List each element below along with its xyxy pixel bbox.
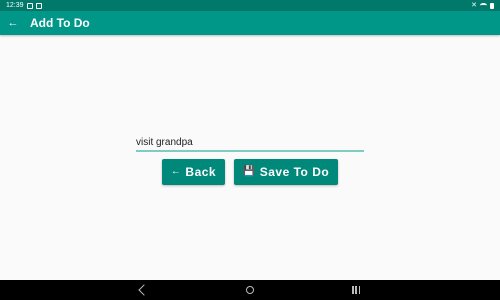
- status-left: 12:39: [6, 2, 42, 9]
- system-back-icon[interactable]: [138, 284, 150, 296]
- app-bar: ← Add To Do: [0, 11, 500, 35]
- wifi-icon: [480, 3, 487, 8]
- download-notification-icon: [35, 2, 42, 9]
- save-todo-button-label: Save To Do: [259, 165, 330, 179]
- system-navigation-bar: [0, 280, 500, 300]
- save-todo-button[interactable]: 💾 Save To Do: [234, 159, 338, 185]
- status-time: 12:39: [6, 2, 24, 9]
- arrow-left-icon: ←: [170, 166, 182, 177]
- back-button[interactable]: ← Back: [162, 159, 225, 185]
- arrow-left-icon[interactable]: ←: [6, 16, 20, 30]
- todo-input[interactable]: [136, 133, 364, 151]
- status-bar: 12:39 ✕: [0, 0, 500, 11]
- battery-icon: [490, 2, 494, 9]
- floppy-disk-icon: 💾: [242, 166, 256, 177]
- page-title: Add To Do: [30, 16, 90, 30]
- mute-icon: ✕: [471, 2, 477, 9]
- status-right: ✕: [471, 2, 494, 9]
- todo-input-wrapper: [136, 132, 364, 152]
- back-button-label: Back: [185, 165, 217, 179]
- system-home-icon[interactable]: [246, 286, 254, 294]
- image-notification-icon: [26, 2, 33, 9]
- system-recents-icon[interactable]: [352, 286, 360, 294]
- main-content: ← Back 💾 Save To Do: [0, 35, 500, 280]
